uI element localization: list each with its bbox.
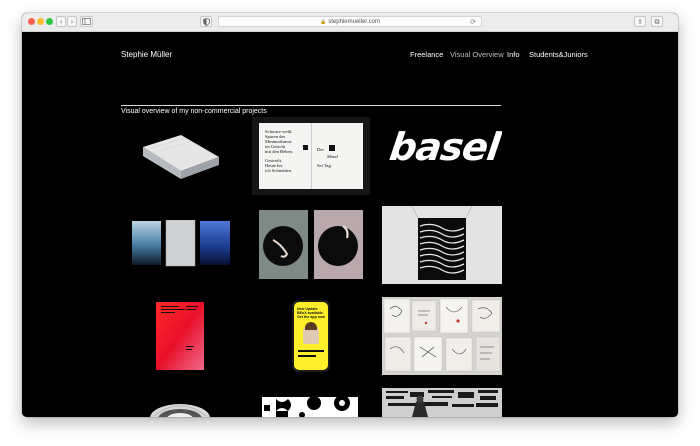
tab-overview-button[interactable]: ⧉: [651, 16, 663, 27]
pattern-shapes-image: [264, 397, 350, 417]
project-tile-red-poster[interactable]: [156, 302, 204, 370]
nav-info[interactable]: Info: [507, 50, 520, 59]
project-tile-wall-posters[interactable]: [382, 388, 502, 417]
triptych-image: [132, 220, 230, 267]
share-button[interactable]: ⇪: [634, 16, 646, 27]
phone-image: New Update BEnX available. Get the app now: [292, 300, 330, 372]
project-tile-sketchbooks[interactable]: [382, 297, 502, 375]
open-book-image: Schwarz-weiß. Spuren des Minimalismus im Ge…: [259, 123, 363, 189]
site-brand-link[interactable]: Stephie Müller: [121, 50, 172, 59]
project-tile-circle-posters[interactable]: [259, 210, 363, 279]
page-content: Stephie Müller Freelance Visual Overview…: [22, 32, 678, 417]
sketchbooks-image: [383, 298, 501, 372]
project-tile-triptych[interactable]: [132, 220, 230, 268]
back-button[interactable]: ‹: [56, 16, 66, 27]
wave-poster-image: [411, 206, 473, 280]
wall-posters-image: [386, 390, 498, 417]
address-bar[interactable]: 🔒 stephiemueller.com ⟳: [218, 16, 482, 27]
reload-icon[interactable]: ⟳: [470, 17, 476, 27]
privacy-report-button[interactable]: [200, 16, 212, 27]
mirror-ball-image: [150, 404, 210, 417]
minimize-window-icon[interactable]: [37, 18, 44, 25]
sidebar-toggle-button[interactable]: [80, 16, 93, 27]
project-tile-open-book[interactable]: Schwarz-weiß. Spuren des Minimalismus im Ge…: [252, 117, 370, 195]
project-tile-mirror-ball[interactable]: [146, 402, 214, 417]
browser-window: ‹ › 🔒 stephiemueller.com ⟳ ⇪ ⧉ Stephie Mü…: [22, 13, 678, 417]
section-divider: [121, 105, 501, 106]
sidebar-icon: [82, 18, 91, 25]
maximize-window-icon[interactable]: [46, 18, 53, 25]
url-text: stephiemueller.com: [328, 19, 380, 25]
nav-students-juniors[interactable]: Students&Juniors: [529, 50, 588, 59]
browser-toolbar: ‹ › 🔒 stephiemueller.com ⟳ ⇪ ⧉: [22, 13, 678, 32]
red-poster-image: [156, 302, 204, 370]
basel-word: basel: [386, 125, 502, 169]
project-tile-phone-app[interactable]: New Update BEnX available. Get the app now: [292, 300, 330, 372]
circle-posters-image: [259, 210, 363, 279]
nav-freelance[interactable]: Freelance: [410, 50, 443, 59]
project-tile-book-stack[interactable]: [121, 117, 241, 195]
project-tile-basel[interactable]: basel: [382, 117, 502, 195]
book-stack-image: [142, 135, 219, 179]
project-tile-wave-poster[interactable]: [382, 206, 502, 284]
project-tile-pattern-shapes[interactable]: [262, 397, 358, 417]
section-title: Visual overview of my non-commercial pro…: [121, 108, 267, 115]
lock-icon: 🔒: [320, 19, 327, 25]
forward-button[interactable]: ›: [67, 16, 77, 27]
shield-icon: [202, 18, 210, 26]
nav-visual-overview[interactable]: Visual Overview: [450, 50, 504, 59]
close-window-icon[interactable]: [28, 18, 35, 25]
